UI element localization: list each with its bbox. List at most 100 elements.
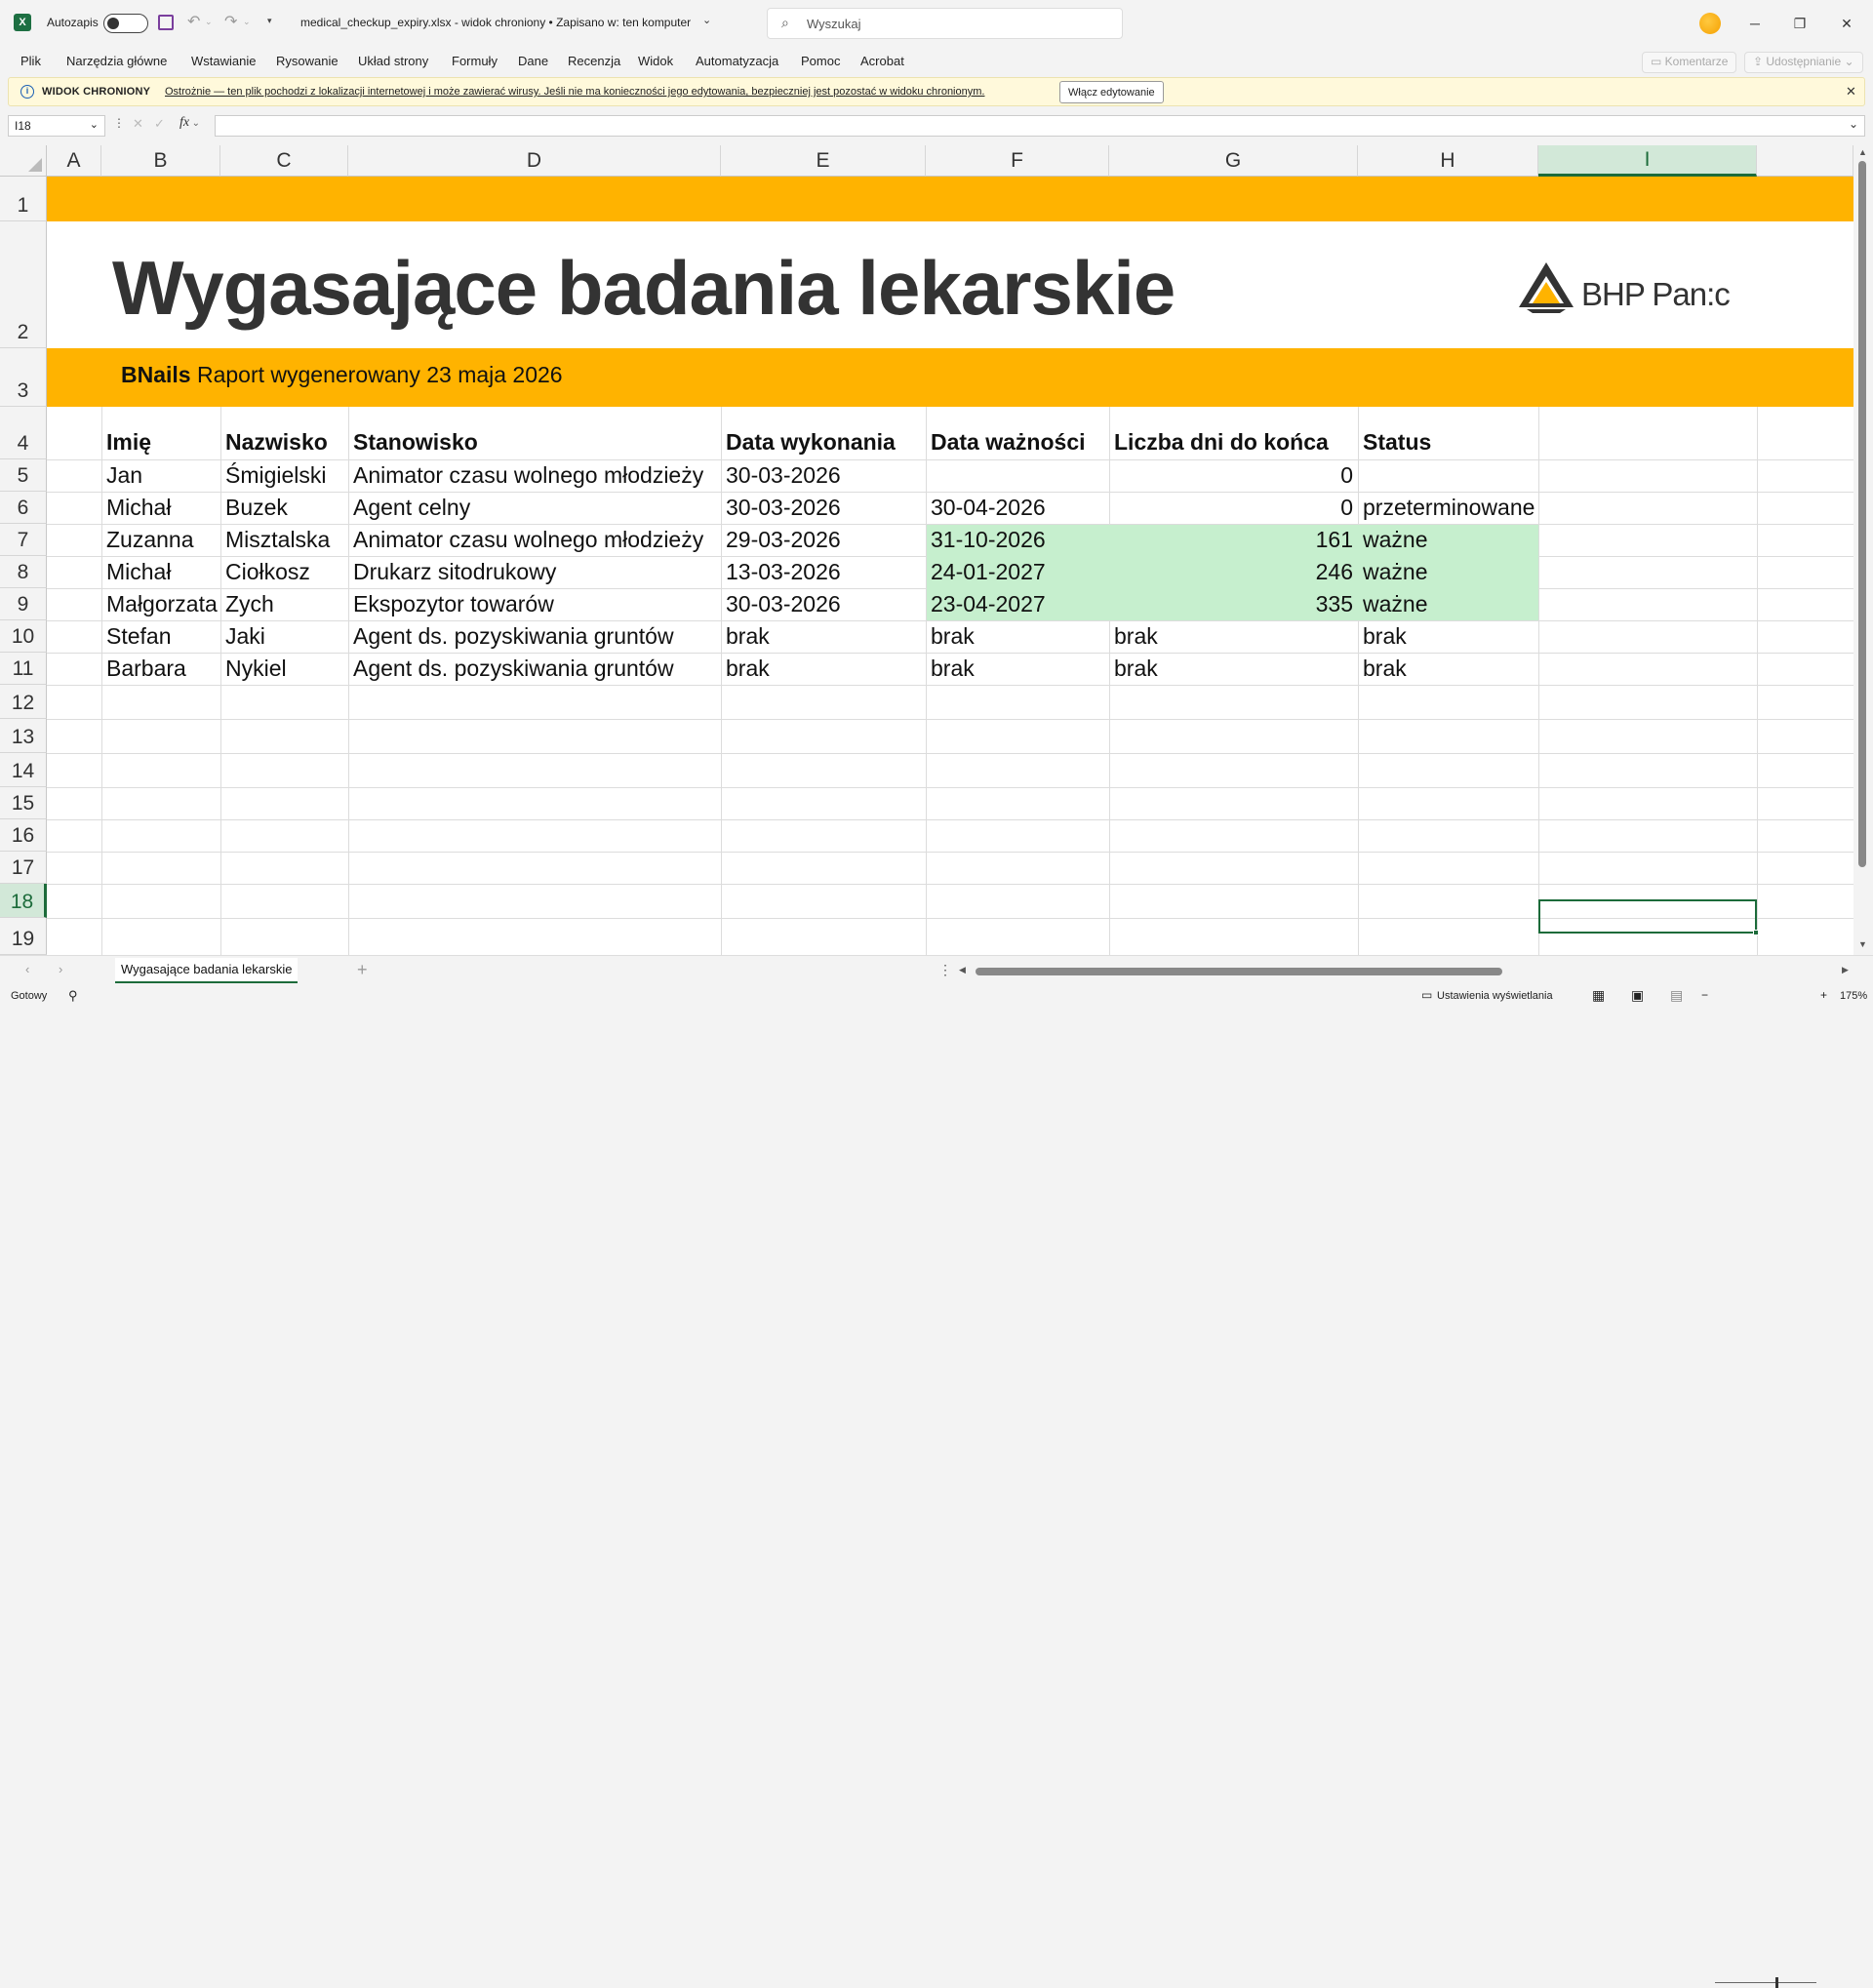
formula-bar-options-icon[interactable]: ⋮ [113, 116, 125, 130]
name-box-dropdown-icon[interactable]: ⌄ [90, 118, 99, 131]
insert-function-icon[interactable]: fx ⌄ [179, 115, 200, 131]
cell-last-name[interactable]: Jaki [220, 620, 270, 653]
restore-icon[interactable]: ❐ [1777, 0, 1822, 47]
menu-page-layout[interactable]: Układ strony [358, 54, 428, 68]
column-header-d[interactable]: D [348, 145, 721, 177]
cell-last-name[interactable]: Ciołkosz [220, 556, 315, 588]
minimize-icon[interactable]: ─ [1733, 0, 1777, 47]
display-settings-button[interactable]: Ustawienia wyświetlania [1437, 990, 1553, 1002]
cell-position[interactable]: Agent ds. pozyskiwania gruntów [348, 620, 679, 653]
cell-status[interactable]: ważne [1358, 556, 1432, 588]
cell-first-name[interactable]: Stefan [101, 620, 177, 653]
row-header-16[interactable]: 16 [0, 819, 47, 852]
accessibility-icon[interactable]: ⚲ [68, 988, 78, 1004]
customize-toolbar-icon[interactable]: ▾ [267, 16, 272, 26]
expand-formula-bar-icon[interactable]: ⌄ [1849, 117, 1858, 131]
autosave-toggle[interactable] [103, 14, 148, 33]
close-window-icon[interactable]: ✕ [1824, 0, 1869, 47]
cell-status[interactable]: ważne [1358, 524, 1432, 556]
row-header-4[interactable]: 4 [0, 407, 47, 459]
cell-expiry-date[interactable]: 31-10-2026 [926, 524, 1051, 556]
undo-dropdown-icon[interactable]: ⌄ [205, 17, 213, 27]
cell-days-left[interactable]: brak [1109, 653, 1163, 685]
zoom-out-icon[interactable]: − [1701, 988, 1708, 1002]
scroll-left-icon[interactable]: ◀ [959, 965, 966, 975]
cell-first-name[interactable]: Małgorzata [101, 588, 222, 620]
file-title-chevron-icon[interactable]: ⌄ [702, 14, 711, 26]
page-layout-view-icon[interactable]: ▣ [1631, 987, 1644, 1004]
cell-position[interactable]: Ekspozytor towarów [348, 588, 559, 620]
menu-review[interactable]: Recenzja [568, 54, 620, 68]
cell-days-left[interactable]: 0 [1109, 459, 1358, 492]
cell-status[interactable]: brak [1358, 653, 1412, 685]
menu-draw[interactable]: Rysowanie [276, 54, 339, 68]
protected-view-message[interactable]: Ostrożnie — ten plik pochodzi z lokaliza… [165, 86, 984, 98]
row-header-11[interactable]: 11 [0, 653, 47, 685]
menu-insert[interactable]: Wstawianie [191, 54, 256, 68]
cell-exam-date[interactable]: 30-03-2026 [721, 588, 846, 620]
horizontal-scroll-thumb[interactable] [976, 968, 1502, 975]
cell-days-left[interactable]: 0 [1109, 492, 1358, 524]
cell-exam-date[interactable]: brak [721, 620, 775, 653]
menu-formulas[interactable]: Formuły [452, 54, 498, 68]
zoom-level[interactable]: 175% [1840, 990, 1867, 1002]
menu-file[interactable]: Plik [20, 54, 41, 68]
cell-exam-date[interactable]: 29-03-2026 [721, 524, 846, 556]
column-header-h[interactable]: H [1358, 145, 1538, 177]
column-header-f[interactable]: F [926, 145, 1109, 177]
row-header-2[interactable]: 2 [0, 221, 47, 348]
close-bar-icon[interactable]: ✕ [1846, 84, 1856, 99]
cell-days-left[interactable]: 246 [1109, 556, 1358, 588]
row-header-13[interactable]: 13 [0, 719, 47, 753]
cell-status[interactable]: przeterminowane [1358, 492, 1539, 524]
save-icon[interactable] [158, 15, 174, 30]
menu-home[interactable]: Narzędzia główne [66, 54, 167, 68]
cell-position[interactable]: Agent celny [348, 492, 475, 524]
add-sheet-icon[interactable]: + [357, 960, 368, 980]
row-header-3[interactable]: 3 [0, 348, 47, 407]
name-box[interactable]: I18 ⌄ [8, 115, 105, 137]
formula-input[interactable]: ⌄ [215, 115, 1865, 137]
selected-cell[interactable] [1538, 899, 1759, 935]
page-break-view-icon[interactable]: ▤ [1670, 987, 1683, 1004]
next-sheet-icon[interactable]: › [59, 962, 62, 976]
cell-last-name[interactable]: Zych [220, 588, 279, 620]
zoom-slider[interactable] [1715, 1977, 1816, 1988]
sheet-tab-active[interactable]: Wygasające badania lekarskie [115, 958, 299, 983]
menu-acrobat[interactable]: Acrobat [860, 54, 904, 68]
vertical-scroll-thumb[interactable] [1858, 161, 1866, 867]
cell-first-name[interactable]: Zuzanna [101, 524, 199, 556]
column-header-a[interactable]: A [47, 145, 101, 177]
scroll-right-icon[interactable]: ▶ [1842, 965, 1849, 975]
search-input[interactable]: Wyszukaj [807, 17, 861, 31]
row-header-1[interactable]: 1 [0, 177, 47, 221]
cell-position[interactable]: Animator czasu wolnego młodzieży [348, 524, 708, 556]
scroll-down-icon[interactable]: ▼ [1858, 939, 1867, 949]
cell-expiry-date[interactable]: brak [926, 620, 979, 653]
comments-button[interactable]: ▭ Komentarze [1642, 52, 1737, 73]
row-header-10[interactable]: 10 [0, 620, 47, 653]
row-header-12[interactable]: 12 [0, 685, 47, 719]
cell-days-left[interactable]: 161 [1109, 524, 1358, 556]
redo-icon[interactable]: ↷ [224, 12, 237, 31]
cell-first-name[interactable]: Jan [101, 459, 147, 492]
prev-sheet-icon[interactable]: ‹ [25, 962, 29, 976]
menu-data[interactable]: Dane [518, 54, 548, 68]
row-header-17[interactable]: 17 [0, 852, 47, 884]
row-header-19[interactable]: 19 [0, 918, 47, 955]
row-header-6[interactable]: 6 [0, 492, 47, 524]
column-header-extra[interactable] [1757, 145, 1853, 177]
enable-editing-button[interactable]: Włącz edytowanie [1059, 81, 1164, 103]
menu-view[interactable]: Widok [638, 54, 673, 68]
share-button[interactable]: ⇪ Udostępnianie ⌄ [1744, 52, 1863, 73]
menu-automate[interactable]: Automatyzacja [696, 54, 778, 68]
row-header-14[interactable]: 14 [0, 753, 47, 787]
row-header-18[interactable]: 18 [0, 884, 47, 918]
menu-help[interactable]: Pomoc [801, 54, 840, 68]
row-header-5[interactable]: 5 [0, 459, 47, 492]
cell-position[interactable]: Agent ds. pozyskiwania gruntów [348, 653, 679, 685]
column-header-c[interactable]: C [220, 145, 348, 177]
cell-exam-date[interactable]: 30-03-2026 [721, 459, 846, 492]
cell-last-name[interactable]: Nykiel [220, 653, 292, 685]
cell-last-name[interactable]: Misztalska [220, 524, 335, 556]
